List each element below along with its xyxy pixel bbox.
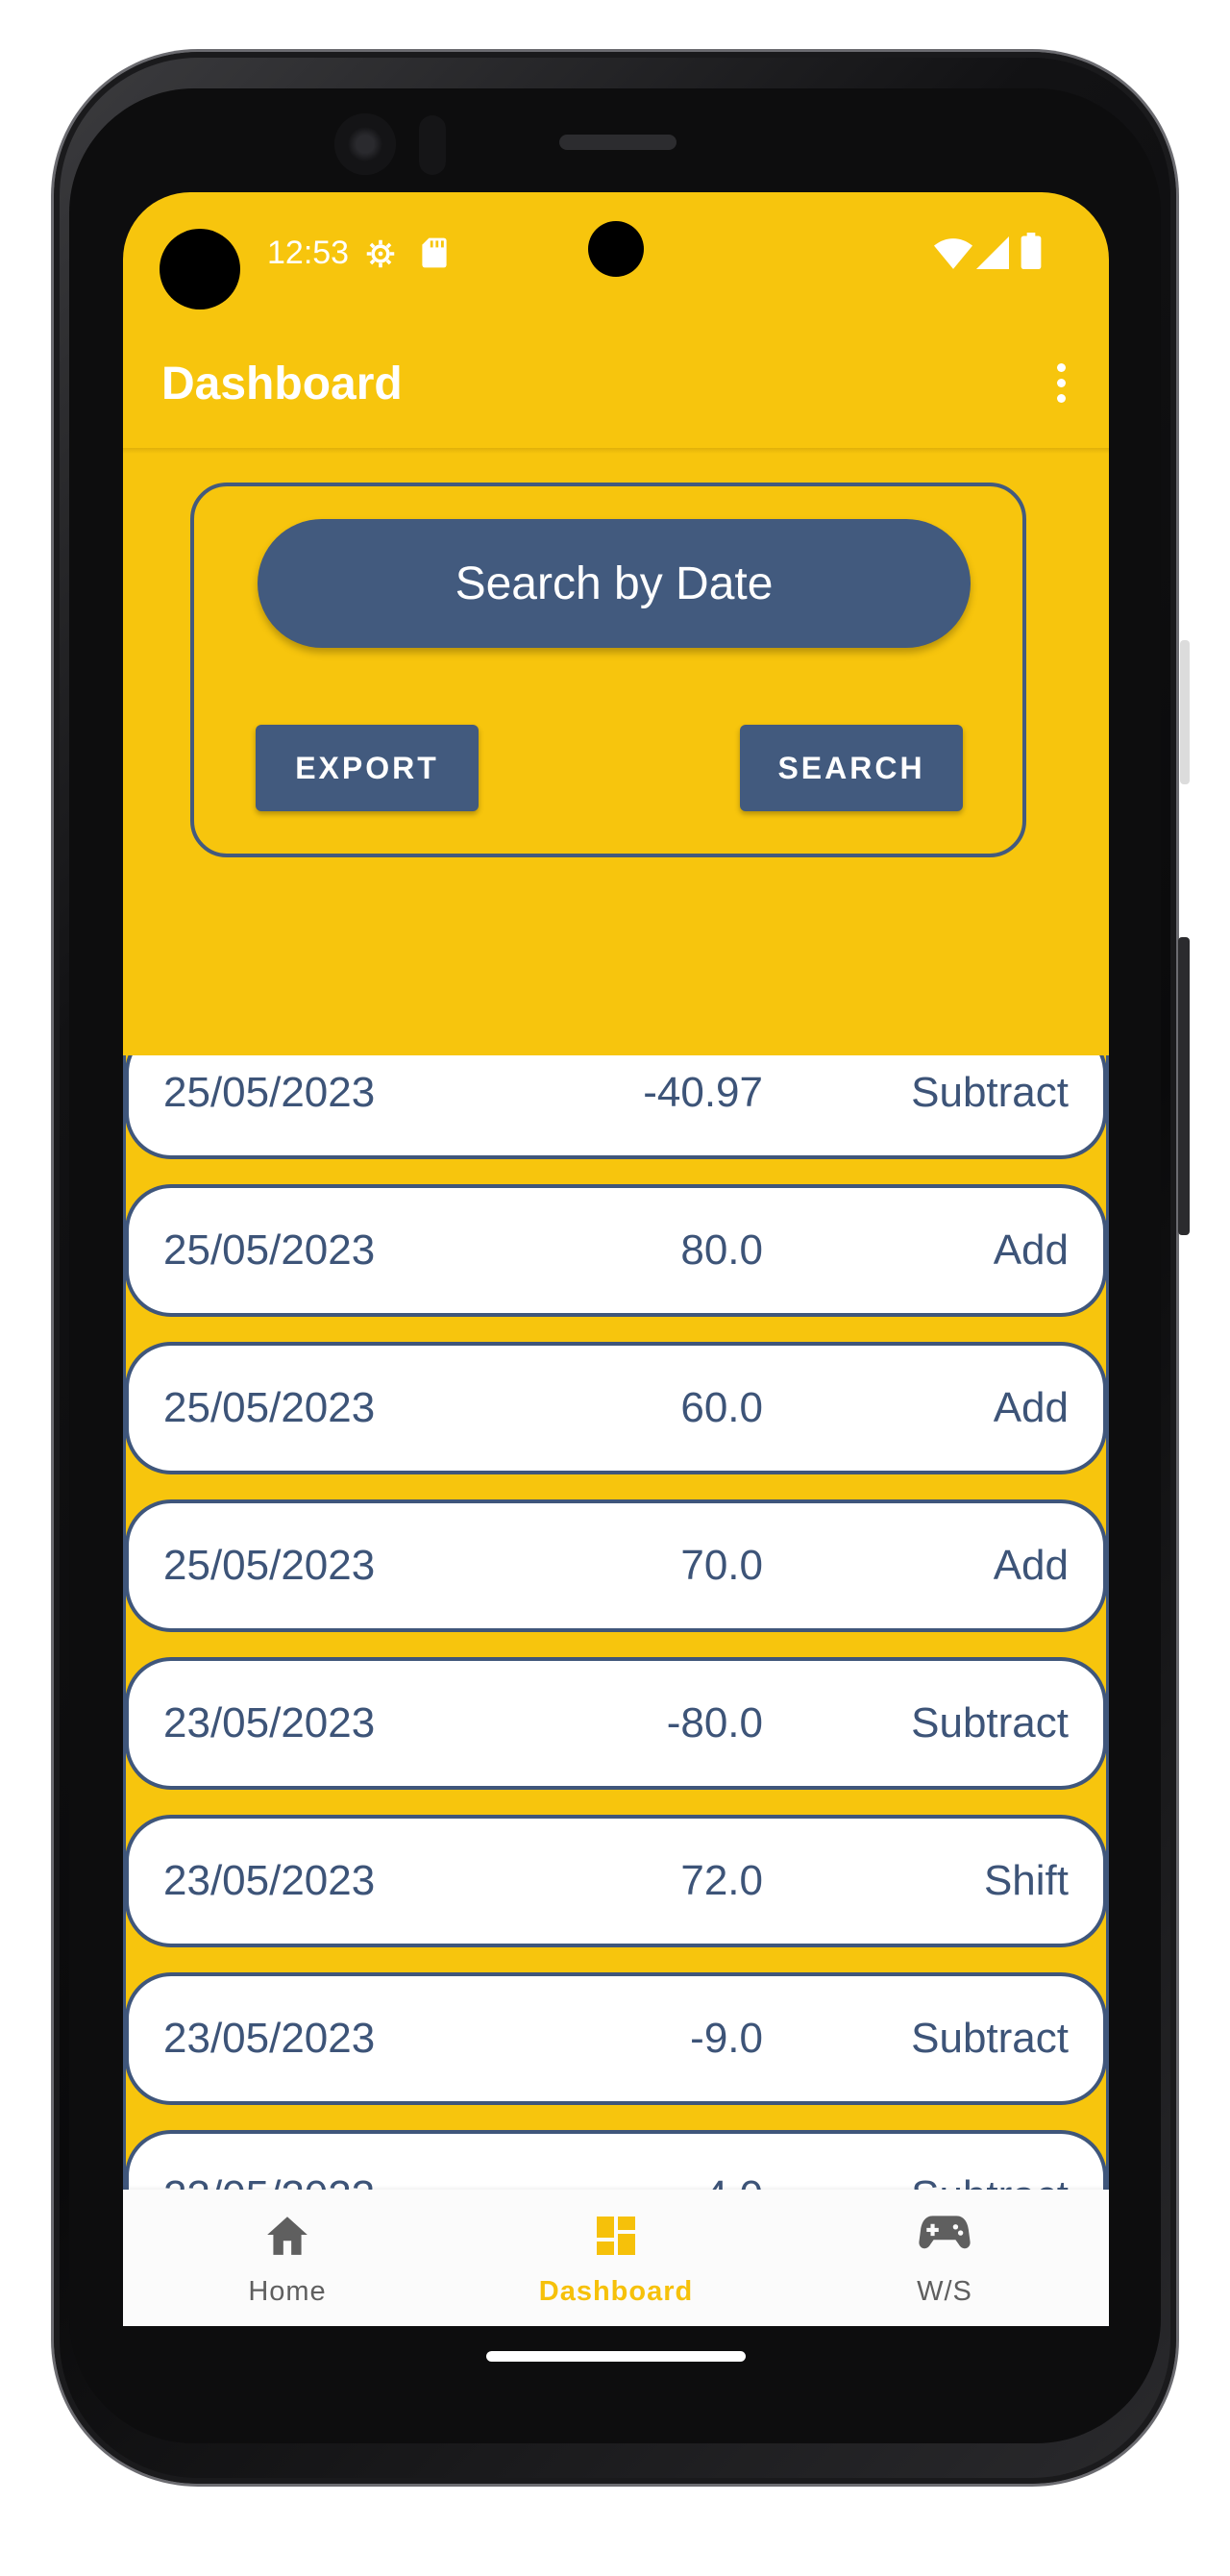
nav-label-home: Home bbox=[248, 2276, 327, 2307]
row-date: 23/05/2023 bbox=[163, 1699, 376, 1746]
status-time: 12:53 bbox=[267, 235, 350, 271]
list-item[interactable]: 23/05/2023 -9.0 Subtract bbox=[125, 1972, 1107, 2105]
list-item[interactable]: 25/05/2023 80.0 Add bbox=[125, 1184, 1107, 1317]
row-type: Add bbox=[993, 1384, 1069, 1431]
row-type: Shift bbox=[983, 1857, 1069, 1904]
list-item[interactable]: 25/05/2023 -40.97 Subtract bbox=[125, 1055, 1107, 1159]
row-date: 25/05/2023 bbox=[163, 1226, 376, 1274]
row-date: 23/05/2023 bbox=[163, 2015, 376, 2062]
list-item[interactable]: 23/05/2023 -4.0 Subtract bbox=[125, 2130, 1107, 2190]
earpiece-speaker bbox=[559, 135, 676, 150]
row-amount: -4.0 bbox=[690, 2172, 763, 2190]
row-type: Subtract bbox=[911, 1069, 1069, 1116]
export-button[interactable]: EXPORT bbox=[256, 725, 479, 811]
row-date: 25/05/2023 bbox=[163, 1384, 376, 1431]
nav-label-dashboard: Dashboard bbox=[538, 2276, 694, 2307]
app-screen: 12:53 Dashboard Search by Date EXPORT SE… bbox=[123, 192, 1109, 2326]
search-button[interactable]: SEARCH bbox=[740, 725, 963, 811]
signal-icon bbox=[976, 236, 1009, 274]
row-amount: -9.0 bbox=[690, 2015, 763, 2062]
app-bar-divider bbox=[123, 448, 1109, 454]
row-amount: -40.97 bbox=[643, 1069, 763, 1116]
more-vert-icon[interactable] bbox=[1051, 363, 1070, 406]
row-date: 23/05/2023 bbox=[163, 2172, 375, 2190]
list-item[interactable]: 23/05/2023 72.0 Shift bbox=[125, 1815, 1107, 1947]
wifi-icon bbox=[934, 238, 972, 274]
search-by-date-button[interactable]: Search by Date bbox=[258, 519, 971, 648]
list-item[interactable]: 25/05/2023 60.0 Add bbox=[125, 1342, 1107, 1474]
camera-cutout-center bbox=[588, 221, 644, 277]
app-bar: Dashboard bbox=[123, 315, 1109, 452]
row-type: Subtract bbox=[911, 2172, 1069, 2190]
home-gesture-bar[interactable] bbox=[486, 2351, 746, 2362]
nav-item-home[interactable]: Home bbox=[123, 2190, 452, 2326]
transaction-list[interactable]: 25/05/2023 -40.97 Subtract 25/05/2023 80… bbox=[123, 1055, 1109, 2190]
sd-card-icon bbox=[421, 236, 448, 274]
nav-item-ws[interactable]: W/S bbox=[780, 2190, 1109, 2326]
status-bar: 12:53 bbox=[123, 192, 1109, 315]
row-amount: -80.0 bbox=[666, 1699, 763, 1746]
gamepad-icon bbox=[919, 2213, 971, 2256]
proximity-sensor bbox=[419, 115, 446, 175]
power-button bbox=[1178, 937, 1190, 1235]
volume-button bbox=[1180, 640, 1190, 784]
row-amount: 80.0 bbox=[680, 1226, 763, 1274]
row-type: Subtract bbox=[911, 2015, 1069, 2062]
battery-icon bbox=[1021, 233, 1042, 274]
home-icon bbox=[263, 2213, 311, 2262]
bottom-navigation: Home Dashboard W/S bbox=[123, 2190, 1109, 2326]
list-item[interactable]: 25/05/2023 70.0 Add bbox=[125, 1499, 1107, 1632]
row-type: Add bbox=[993, 1226, 1069, 1274]
row-date: 25/05/2023 bbox=[163, 1069, 376, 1116]
row-amount: 72.0 bbox=[680, 1857, 763, 1904]
nav-item-dashboard[interactable]: Dashboard bbox=[452, 2190, 780, 2326]
row-amount: 60.0 bbox=[680, 1384, 763, 1431]
row-type: Subtract bbox=[911, 1699, 1069, 1746]
list-item[interactable]: 23/05/2023 -80.0 Subtract bbox=[125, 1657, 1107, 1790]
nav-label-ws: W/S bbox=[917, 2276, 972, 2307]
page-title: Dashboard bbox=[161, 359, 403, 409]
row-date: 23/05/2023 bbox=[163, 1857, 376, 1904]
row-date: 25/05/2023 bbox=[163, 1542, 376, 1589]
row-type: Add bbox=[993, 1542, 1069, 1589]
camera-cutout-left bbox=[160, 229, 240, 310]
dashboard-icon bbox=[593, 2213, 639, 2264]
row-amount: 70.0 bbox=[680, 1542, 763, 1589]
front-camera bbox=[334, 113, 396, 175]
settings-icon bbox=[363, 236, 398, 276]
